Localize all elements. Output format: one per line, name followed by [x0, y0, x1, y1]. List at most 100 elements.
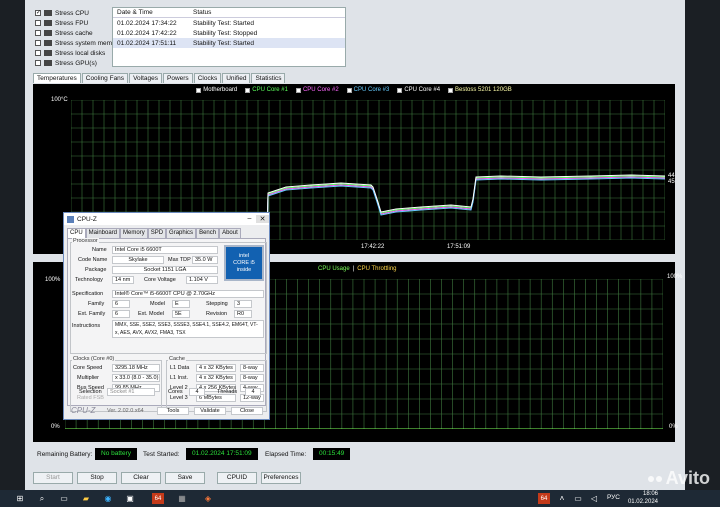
intel-logo-text: intel [238, 253, 250, 259]
name-label: Name [92, 247, 107, 253]
volume-icon[interactable]: ◁ [588, 493, 600, 504]
log-row[interactable]: 01.02.2024 17:42:22 Stability Test: Stop… [113, 28, 345, 38]
store-icon[interactable]: ▣ [124, 493, 136, 504]
legend-checkbox[interactable] [397, 87, 403, 93]
legend-item[interactable]: CPU Core #4 [397, 87, 440, 93]
tab-temperatures[interactable]: Temperatures [33, 73, 81, 83]
clear-button[interactable]: Clear [121, 472, 161, 484]
battery-value: No battery [95, 448, 137, 460]
legend-item[interactable]: CPU Core #2 [295, 87, 339, 93]
package-label: Package [85, 267, 107, 273]
tab-powers[interactable]: Powers [163, 73, 193, 83]
log-row-datetime: 01.02.2024 17:34:22 [117, 19, 177, 27]
revision-label: Revision [206, 311, 228, 317]
l1-data-value: 4 x 32 KBytes [196, 364, 236, 372]
stress-checkbox[interactable] [35, 30, 41, 36]
legend-item[interactable]: CPU Core #3 [346, 87, 389, 93]
cpuz-title: CPU-Z [77, 215, 97, 223]
cpuz-app-icon [67, 215, 74, 223]
legend-item[interactable]: Motherboard [196, 87, 237, 93]
windows-start-icon[interactable]: ⊞ [14, 493, 26, 504]
usage-y-max: 100% [45, 277, 61, 283]
cpuz-tab-graphics[interactable]: Graphics [166, 228, 197, 238]
intel-logo-model: CORE i5 [233, 260, 255, 266]
battery-label: Remaining Battery: [37, 451, 93, 458]
search-icon[interactable]: ⌕ [36, 493, 48, 504]
preferences-button[interactable]: Preferences [261, 472, 301, 484]
selection-dropdown[interactable]: Socket #1 [107, 388, 155, 396]
legend-item[interactable]: CPU Core #1 [245, 87, 288, 93]
legend-checkbox[interactable] [295, 87, 301, 93]
task-view-icon[interactable]: ▭ [58, 493, 70, 504]
legend-checkbox[interactable] [245, 87, 251, 93]
stress-checkbox[interactable]: ✓ [35, 10, 41, 16]
cpuz-tab-about[interactable]: About [219, 228, 241, 238]
save-button[interactable]: Save [165, 472, 205, 484]
cpuid-button[interactable]: CPUID [217, 472, 257, 484]
maxtdp-value: 35.0 W [192, 256, 218, 264]
cpuz-titlebar[interactable]: CPU-Z – ✕ [64, 213, 269, 225]
edge-icon[interactable]: ◉ [102, 493, 114, 504]
tab-statistics[interactable]: Statistics [251, 73, 286, 83]
family-label: Family [88, 301, 105, 307]
aida64-tray-icon[interactable]: 64 [538, 493, 550, 504]
cpuz-tab-mainboard[interactable]: Mainboard [85, 228, 121, 238]
stress-checkbox[interactable] [35, 20, 41, 26]
start-button[interactable]: Start [33, 472, 73, 484]
usage-title-sep: | [352, 266, 355, 272]
legend-checkbox[interactable] [346, 87, 352, 93]
stress-option-label: Stress cache [55, 29, 93, 37]
network-icon[interactable]: ▭ [572, 493, 584, 504]
usage-right-min: 0% [669, 424, 678, 430]
cpuz-tab-bench[interactable]: Bench [196, 228, 220, 238]
instructions-value: MMX, SSE, SSE2, SSE3, SSSE3, SSE4.1, SSE… [112, 320, 264, 338]
cpuz-tab-spd[interactable]: SPD [147, 228, 167, 238]
tray-expand-icon[interactable]: ˄ [556, 493, 568, 504]
x-label-stop: 17:42:22 [361, 244, 385, 250]
clock[interactable]: 18:06 01.02.2024 [628, 491, 658, 506]
cores-label: Cores [168, 389, 183, 395]
log-row[interactable]: 01.02.2024 17:34:22 Stability Test: Star… [113, 18, 345, 28]
tab-clocks[interactable]: Clocks [193, 73, 222, 83]
tab-cooling-fans[interactable]: Cooling Fans [81, 73, 129, 83]
stress-checkbox[interactable] [35, 60, 41, 66]
minimize-icon[interactable]: – [243, 215, 256, 223]
stop-button[interactable]: Stop [77, 472, 117, 484]
revision-value: R0 [234, 310, 252, 318]
stress-option-label: Stress CPU [55, 9, 89, 17]
cpuz-tab-cpu[interactable]: CPU [67, 228, 86, 238]
tab-voltages[interactable]: Voltages [129, 73, 162, 83]
test-started-value: 01.02.2024 17:51:09 [186, 448, 258, 460]
log-row[interactable]: 01.02.2024 17:51:11 Stability Test: Star… [113, 38, 345, 48]
l1-inst-value: 4 x 32 KBytes [196, 374, 236, 382]
language-indicator[interactable]: РУС [607, 494, 620, 501]
fpu-icon [44, 20, 52, 26]
app-taskbar-icon[interactable]: ◈ [202, 493, 214, 504]
legend-checkbox[interactable] [448, 87, 454, 93]
core-voltage-value: 1.104 V [186, 276, 218, 284]
legend-item[interactable]: Bestoss 5201 120GB [448, 87, 512, 93]
stress-checkbox[interactable] [35, 50, 41, 56]
cpuz-tab-memory[interactable]: Memory [120, 228, 148, 238]
close-icon[interactable]: ✕ [256, 215, 269, 223]
log-row-status: Stability Test: Started [193, 19, 254, 27]
l1-data-assoc: 8-way [240, 364, 264, 372]
stress-checkbox[interactable] [35, 40, 41, 46]
aida64-icon[interactable]: 64 [152, 493, 164, 504]
threads-value: 4 [245, 388, 261, 396]
cpuz-taskbar-icon[interactable]: ▦ [176, 493, 188, 504]
file-explorer-icon[interactable]: ▰ [80, 493, 92, 504]
tab-unified[interactable]: Unified [222, 73, 251, 83]
log-header-status: Status [193, 9, 212, 16]
ext-model-label: Ext. Model [138, 311, 164, 317]
close-button[interactable]: Close [231, 407, 263, 415]
legend-label: CPU Core #4 [404, 87, 441, 93]
specification-value: Intel® Core™ i5-6600T CPU @ 2.70GHz [112, 290, 264, 298]
cpu-icon [44, 10, 52, 16]
validate-button[interactable]: Validate [194, 407, 226, 415]
taskbar: ⊞ ⌕ ▭ ▰ ◉ ▣ 64 ▦ ◈ 64 ˄ ▭ ◁ РУС 18:06 01… [0, 490, 720, 507]
clock-date: 01.02.2024 [627, 498, 658, 505]
tools-button[interactable]: Tools [157, 407, 189, 415]
disk-icon [44, 50, 52, 56]
legend-checkbox[interactable] [196, 87, 202, 93]
